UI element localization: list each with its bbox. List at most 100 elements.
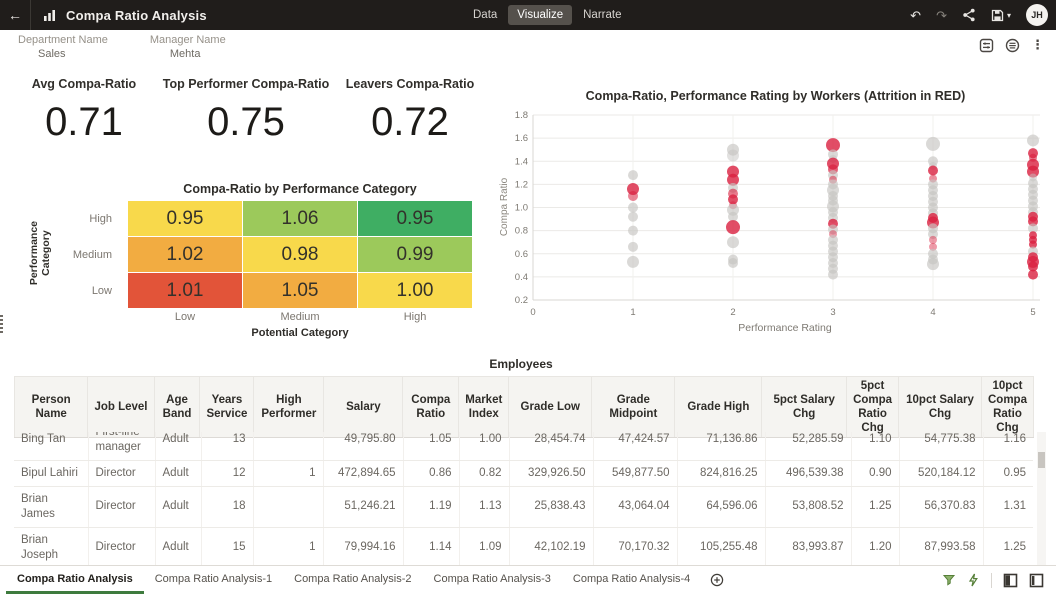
table-row[interactable]: Brian James Director Adult 18 51,246.21 1.19 1…: [14, 486, 1033, 528]
table-cell: 54,775.38: [898, 432, 983, 461]
table-column-header[interactable]: Job Level: [87, 376, 155, 439]
applied-filters-icon[interactable]: [1005, 38, 1020, 53]
table-column-header[interactable]: Person Name: [14, 376, 89, 439]
scatter-point-attrition[interactable]: [928, 165, 938, 176]
filter-value[interactable]: Sales: [18, 48, 108, 60]
x-tick-label: 5: [1030, 307, 1035, 318]
y-tick-label: 1.8: [515, 110, 528, 121]
share-icon[interactable]: [962, 8, 976, 22]
table-column-header[interactable]: Grade Midpoint: [591, 376, 676, 439]
table-column-header[interactable]: 5pct Compa Ratio Chg: [846, 376, 900, 439]
filter-canvas-icon[interactable]: [942, 573, 956, 587]
scatter-plot-area[interactable]: 0.2 0.4 0.6 0.8 1.0 1.2 1.4 1.6 1.8 0 1 2 3 4 5 Compa R…: [495, 105, 1056, 343]
filter-value[interactable]: Mehta: [150, 48, 226, 60]
filter-department-name[interactable]: Department Name Sales: [18, 34, 108, 60]
table-column-header[interactable]: High Performer: [253, 376, 325, 439]
table-column-header[interactable]: 10pct Salary Chg: [898, 376, 982, 439]
kpi-leavers-compa-ratio[interactable]: Leavers Compa-Ratio 0.72: [330, 77, 490, 145]
scatter-point-worker[interactable]: [728, 258, 738, 268]
scatter-point-attrition[interactable]: [1028, 269, 1038, 280]
table-cell: Bipul Lahiri: [14, 460, 88, 487]
table-cell: Brian Joseph: [14, 527, 88, 566]
canvas-tab[interactable]: Compa Ratio Analysis-4: [562, 566, 701, 594]
heatmap-cell[interactable]: 1.05: [243, 273, 357, 308]
heatmap-cell[interactable]: 0.95: [128, 201, 242, 236]
tab-visualize[interactable]: Visualize: [508, 5, 573, 25]
table-cell: Bing Tan: [14, 432, 88, 461]
scatter-point-worker[interactable]: [628, 211, 638, 222]
save-menu-caret-icon[interactable]: ▾: [1007, 11, 1011, 20]
table-column-header[interactable]: Market Index: [458, 376, 510, 439]
scatter-point-worker[interactable]: [628, 202, 638, 213]
table-cell: 1: [252, 460, 323, 487]
heatmap-cell[interactable]: 1.02: [128, 237, 242, 272]
heatmap-cell[interactable]: 0.99: [358, 237, 472, 272]
bottom-bar-actions: [942, 566, 1056, 594]
heatmap-cell[interactable]: 0.98: [243, 237, 357, 272]
table-column-header[interactable]: 5pct Salary Chg: [761, 376, 848, 439]
scatter-point-attrition[interactable]: [628, 190, 638, 201]
scatter-point-worker[interactable]: [926, 136, 940, 151]
panel-resize-grip[interactable]: [0, 315, 3, 333]
table-scrollbar-thumb[interactable]: [1038, 452, 1045, 468]
scatter-point-worker[interactable]: [927, 258, 939, 271]
right-panel-toggle-icon[interactable]: [1029, 573, 1044, 588]
table-cell: 53,808.52: [764, 486, 851, 528]
heatmap-x-axis-label: Potential Category: [251, 327, 349, 339]
scatter-point-worker[interactable]: [828, 269, 838, 280]
filter-manager-name[interactable]: Manager Name Mehta: [150, 34, 226, 60]
workbook-chart-icon: [43, 8, 57, 22]
limit-values-icon[interactable]: [979, 38, 994, 53]
table-cell: 47,424.57: [592, 432, 677, 461]
table-scrollbar[interactable]: [1037, 432, 1046, 566]
table-cell: 1.00: [458, 432, 509, 461]
tab-data[interactable]: Data: [464, 5, 506, 25]
table-cell: 1.13: [458, 486, 509, 528]
scatter-point-attrition[interactable]: [929, 235, 937, 244]
table-row[interactable]: Brian Joseph Director Adult 15 1 79,994.16 1.1…: [14, 527, 1033, 566]
filter-bar-actions: ⋮: [979, 37, 1044, 53]
save-icon[interactable]: [991, 9, 1004, 22]
table-cell: 472,894.65: [322, 460, 403, 487]
table-column-header[interactable]: 10pct Compa Ratio Chg: [980, 376, 1034, 439]
canvas-tab[interactable]: Compa Ratio Analysis-3: [423, 566, 562, 594]
scatter-point-worker[interactable]: [628, 170, 638, 181]
add-canvas-button[interactable]: [701, 566, 733, 594]
kpi-top-performer-compa-ratio[interactable]: Top Performer Compa-Ratio 0.75: [156, 77, 336, 145]
table-column-header[interactable]: Grade Low: [508, 376, 593, 439]
table-row[interactable]: Bing Tan First-line manager Adult 13 49,795.…: [14, 432, 1033, 461]
topbar-actions: ↶ ↷ ▾ JH: [910, 0, 1048, 30]
auto-insights-icon[interactable]: [967, 573, 980, 587]
table-cell: 329,926.50: [508, 460, 593, 487]
table-column-header[interactable]: Grade High: [674, 376, 763, 439]
scatter-point-worker[interactable]: [628, 241, 638, 252]
table-cell: 1.25: [982, 527, 1033, 566]
scatter-point-worker[interactable]: [1027, 134, 1039, 147]
scatter-point-attrition[interactable]: [726, 220, 740, 235]
heatmap-cell[interactable]: 1.00: [358, 273, 472, 308]
scatter-point-worker[interactable]: [727, 236, 739, 249]
scatter-title: Compa-Ratio, Performance Rating by Worke…: [585, 89, 966, 103]
undo-icon[interactable]: ↶: [910, 9, 921, 22]
filter-bar-menu-icon[interactable]: ⋮: [1031, 37, 1044, 53]
scatter-point-worker[interactable]: [628, 225, 638, 236]
canvas-tab[interactable]: Compa Ratio Analysis: [6, 566, 144, 594]
table-column-header[interactable]: Salary: [323, 376, 404, 439]
table-column-header[interactable]: Age Band: [153, 376, 201, 439]
table-column-header[interactable]: Compa Ratio: [402, 376, 460, 439]
redo-icon[interactable]: ↷: [936, 9, 947, 22]
canvas-tab[interactable]: Compa Ratio Analysis-1: [144, 566, 283, 594]
back-button[interactable]: ←: [0, 0, 31, 30]
heatmap-cell[interactable]: 1.01: [128, 273, 242, 308]
table-column-header[interactable]: Years Service: [199, 376, 255, 439]
heatmap-cell[interactable]: 0.95: [358, 201, 472, 236]
tab-narrate[interactable]: Narrate: [574, 5, 630, 25]
left-panel-toggle-icon[interactable]: [1003, 573, 1018, 588]
table-row[interactable]: Bipul Lahiri Director Adult 12 1 472,894.65 0.…: [14, 460, 1033, 487]
canvas-tab[interactable]: Compa Ratio Analysis-2: [283, 566, 422, 594]
kpi-avg-compa-ratio[interactable]: Avg Compa-Ratio 0.71: [14, 77, 154, 145]
user-avatar[interactable]: JH: [1026, 4, 1048, 26]
scatter-point-worker[interactable]: [627, 255, 639, 268]
heatmap-cell[interactable]: 1.06: [243, 201, 357, 236]
scatter-point-worker[interactable]: [727, 149, 739, 162]
